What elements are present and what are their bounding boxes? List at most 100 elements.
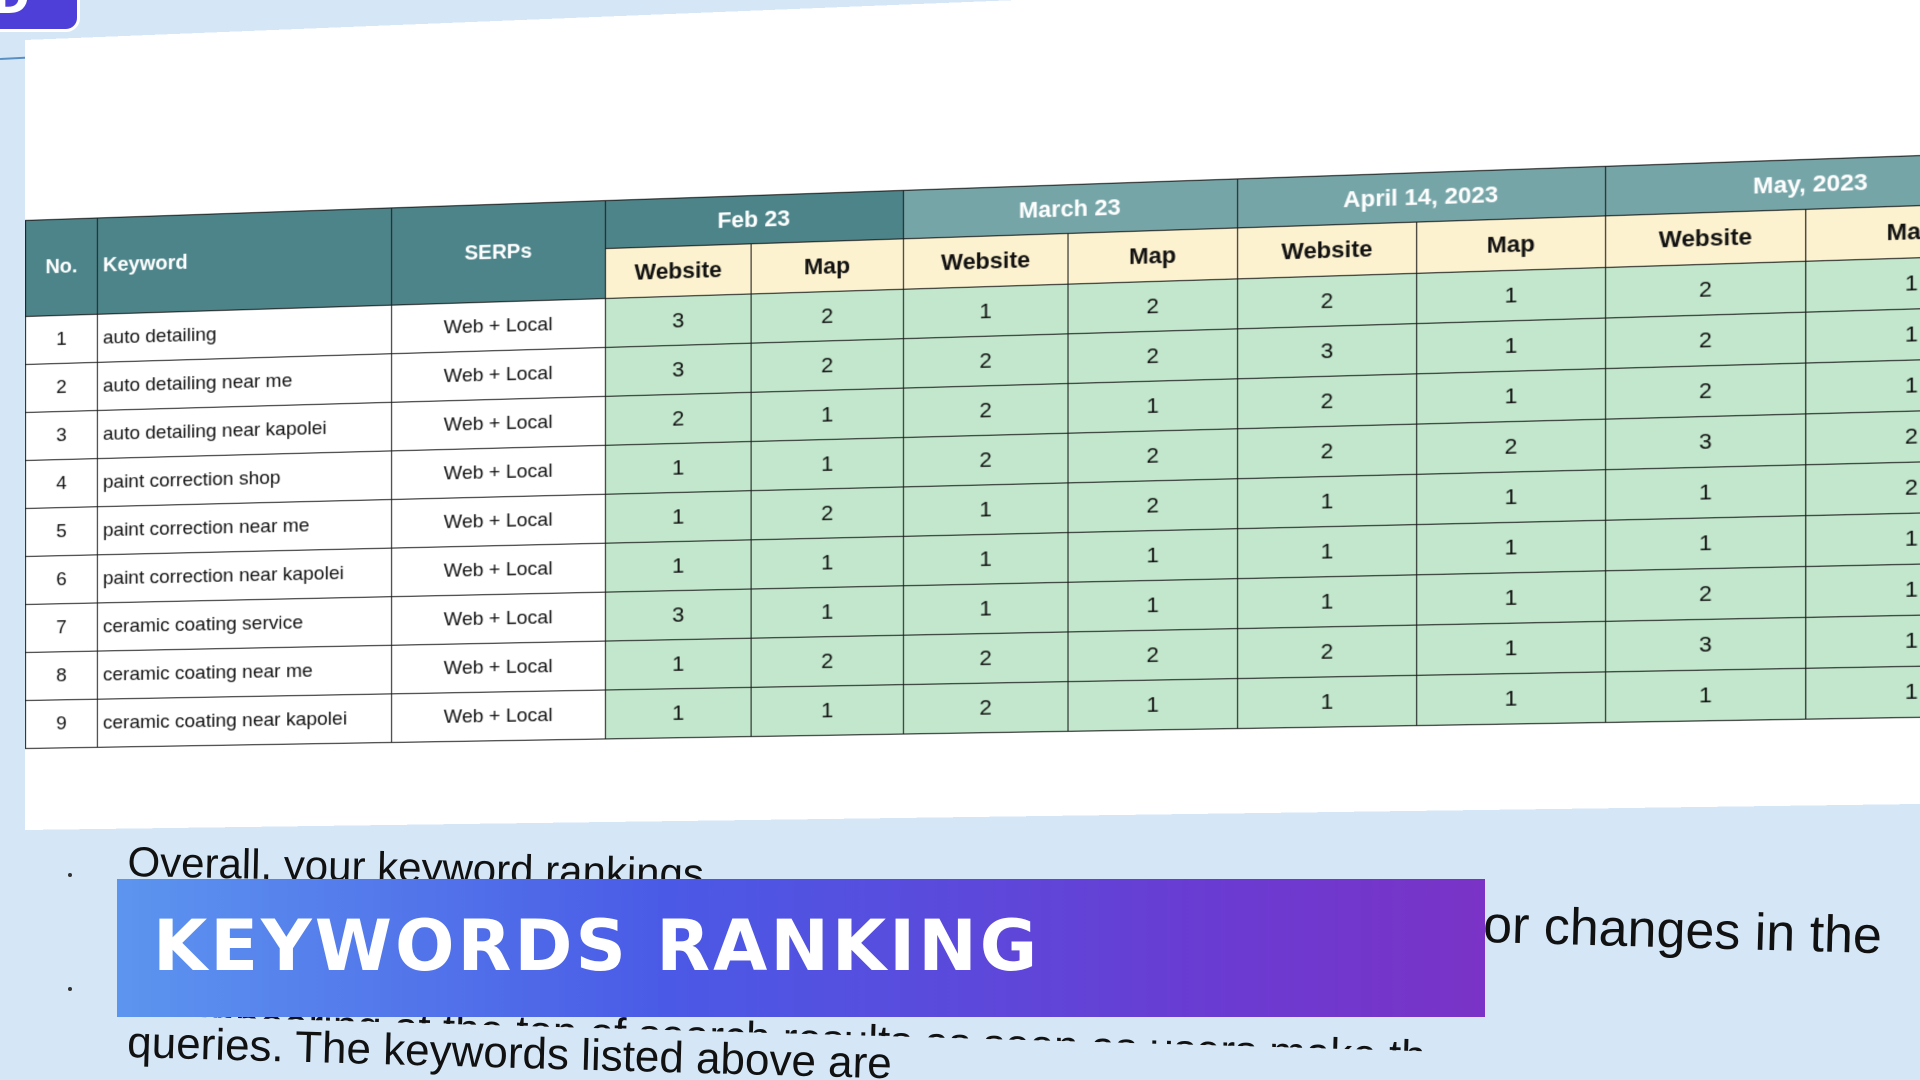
subheader-website[interactable]: Website [605,243,752,299]
website-rank-cell[interactable]: 1 [605,441,752,495]
website-rank-cell[interactable]: 3 [1605,413,1806,470]
website-rank-cell[interactable]: 2 [903,681,1069,735]
map-rank-cell[interactable]: 1 [751,585,904,639]
map-rank-cell[interactable]: 1 [1805,254,1920,313]
map-rank-cell[interactable]: 1 [751,437,904,491]
website-rank-cell[interactable]: 1 [1605,464,1806,521]
map-rank-cell[interactable]: 2 [1068,328,1238,384]
website-rank-cell[interactable]: 1 [1237,524,1417,579]
map-rank-cell[interactable]: 1 [1068,678,1238,732]
website-rank-cell[interactable]: 2 [1237,625,1417,679]
website-rank-cell[interactable]: 2 [1605,312,1806,369]
map-rank-cell[interactable]: 2 [1805,459,1920,516]
subheader-map[interactable]: Map [1068,227,1238,285]
row-number-cell[interactable]: 2 [25,362,98,413]
map-rank-cell[interactable]: 1 [751,536,904,590]
serps-cell[interactable]: Web + Local [391,592,606,646]
map-rank-cell[interactable]: 1 [1068,378,1238,434]
map-rank-cell[interactable]: 1 [1805,357,1920,414]
map-rank-cell[interactable]: 2 [1805,408,1920,465]
keyword-cell[interactable]: auto detailing [97,305,392,363]
map-rank-cell[interactable]: 1 [1416,267,1606,324]
serps-cell[interactable]: Web + Local [391,494,606,549]
website-rank-cell[interactable]: 1 [903,482,1069,537]
map-rank-cell[interactable]: 2 [1068,478,1238,533]
website-rank-cell[interactable]: 2 [1237,424,1417,479]
website-rank-cell[interactable]: 3 [605,343,752,397]
row-number-cell[interactable]: 1 [25,314,98,365]
keyword-cell[interactable]: ceramic coating near me [97,645,392,700]
map-rank-cell[interactable]: 2 [751,635,904,688]
website-rank-cell[interactable]: 1 [605,539,752,593]
row-number-cell[interactable]: 6 [25,554,98,605]
website-rank-cell[interactable]: 1 [605,638,752,690]
row-number-cell[interactable]: 8 [25,651,98,701]
map-rank-cell[interactable]: 1 [1805,613,1920,669]
map-rank-cell[interactable]: 1 [1805,664,1920,720]
map-rank-cell[interactable]: 2 [1068,628,1238,682]
website-rank-cell[interactable]: 2 [1605,261,1806,319]
subheader-website[interactable]: Website [903,233,1069,290]
website-rank-cell[interactable]: 2 [1237,373,1417,429]
map-rank-cell[interactable]: 1 [1416,368,1606,425]
website-rank-cell[interactable]: 2 [1605,363,1806,420]
website-rank-cell[interactable]: 1 [1237,574,1417,629]
map-rank-cell[interactable]: 1 [1416,469,1606,525]
map-rank-cell[interactable]: 1 [1805,305,1920,364]
keyword-cell[interactable]: auto detailing near me [97,353,392,411]
website-rank-cell[interactable]: 3 [1237,323,1417,379]
keyword-cell[interactable]: ceramic coating near kapolei [97,693,392,748]
serps-cell[interactable]: Web + Local [391,347,606,403]
website-rank-cell[interactable]: 3 [1605,617,1806,672]
map-rank-cell[interactable]: 1 [1805,562,1920,618]
website-rank-cell[interactable]: 2 [903,333,1069,389]
map-rank-cell[interactable]: 1 [1416,671,1606,726]
website-rank-cell[interactable]: 2 [903,383,1069,438]
website-rank-cell[interactable]: 1 [903,532,1069,586]
subheader-map[interactable]: Map [1416,215,1606,274]
map-rank-cell[interactable]: 1 [751,684,904,737]
map-rank-cell[interactable]: 2 [751,289,904,344]
row-number-cell[interactable]: 4 [25,458,98,509]
keyword-cell[interactable]: paint correction shop [97,450,392,507]
serps-cell[interactable]: Web + Local [391,396,606,451]
row-number-cell[interactable]: 3 [25,410,98,461]
website-rank-cell[interactable]: 1 [1605,515,1806,571]
map-rank-cell[interactable]: 2 [751,338,904,393]
column-header-keyword[interactable]: Keyword [97,207,392,315]
website-rank-cell[interactable]: 2 [903,433,1069,487]
website-rank-cell[interactable]: 1 [1605,668,1806,723]
map-rank-cell[interactable]: 2 [1416,419,1606,475]
map-rank-cell[interactable]: 1 [1416,621,1606,676]
website-rank-cell[interactable]: 1 [605,490,752,544]
map-rank-cell[interactable]: 1 [1416,318,1606,374]
subheader-map[interactable]: Map [1805,202,1920,262]
row-number-cell[interactable]: 5 [25,506,98,557]
keyword-cell[interactable]: ceramic coating service [97,596,392,652]
website-rank-cell[interactable]: 1 [605,687,752,739]
map-rank-cell[interactable]: 1 [1416,520,1606,575]
serps-cell[interactable]: Web + Local [391,445,606,500]
website-rank-cell[interactable]: 3 [605,589,752,642]
map-rank-cell[interactable]: 1 [751,388,904,442]
website-rank-cell[interactable]: 2 [605,392,752,446]
column-header-no[interactable]: No. [25,218,98,317]
column-header-serps[interactable]: SERPs [391,200,606,306]
map-rank-cell[interactable]: 1 [1416,570,1606,626]
subheader-website[interactable]: Website [1605,209,1806,268]
keyword-cell[interactable]: paint correction near me [97,499,392,555]
map-rank-cell[interactable]: 1 [1068,528,1238,583]
website-rank-cell[interactable]: 1 [1237,675,1417,729]
map-rank-cell[interactable]: 2 [1068,278,1238,334]
serps-cell[interactable]: Web + Local [391,298,606,354]
map-rank-cell[interactable]: 2 [751,486,904,540]
serps-cell[interactable]: Web + Local [391,689,606,743]
serps-cell[interactable]: Web + Local [391,543,606,597]
website-rank-cell[interactable]: 1 [903,284,1069,339]
keyword-cell[interactable]: paint correction near kapolei [97,548,392,603]
subheader-website[interactable]: Website [1237,222,1417,279]
map-rank-cell[interactable]: 1 [1068,578,1238,632]
website-rank-cell[interactable]: 2 [903,631,1069,685]
map-rank-cell[interactable]: 2 [1068,428,1238,483]
website-rank-cell[interactable]: 2 [1605,566,1806,622]
